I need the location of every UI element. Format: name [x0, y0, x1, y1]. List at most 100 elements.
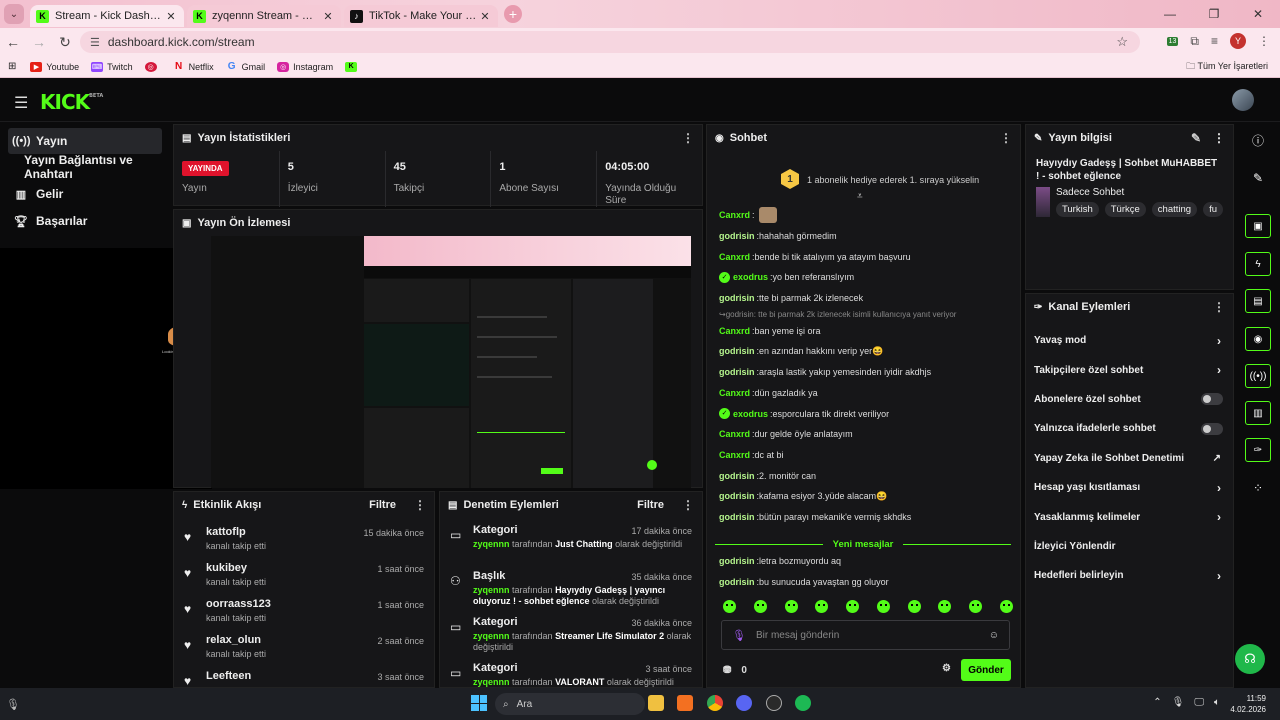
channel-action-item[interactable]: Yavaş mod › — [1026, 326, 1233, 355]
chat-input[interactable]: 🎙︎ Bir mesaj gönderin ☺ — [721, 620, 1010, 650]
bookmark-netflix[interactable]: N Netflix — [172, 61, 214, 72]
emote-icon[interactable] — [969, 600, 983, 613]
restore-icon[interactable]: ❐ — [1192, 0, 1236, 28]
channel-action-item[interactable]: Hesap yaşı kısıtlaması › — [1026, 473, 1233, 502]
emote-icon[interactable] — [753, 600, 767, 613]
emoji-picker-icon[interactable]: ☺ — [989, 630, 999, 641]
channel-action-item[interactable]: İzleyici Yönlendir — [1026, 532, 1233, 561]
toggle-switch[interactable] — [1201, 393, 1223, 406]
channel-action-item[interactable]: Abonelere özel sohbet — [1026, 385, 1233, 414]
pencil-icon[interactable]: ✎ — [1245, 166, 1271, 190]
event-user[interactable]: Leefteen — [206, 670, 251, 682]
chat-username[interactable]: Canxrd — [719, 326, 750, 336]
file-explorer-icon[interactable] — [648, 695, 664, 711]
menu-icon[interactable]: ⋮ — [1258, 34, 1270, 48]
more-options-icon[interactable]: ⋮ — [1213, 300, 1225, 314]
bookmark-instagram[interactable]: ◎ Instagram — [277, 61, 333, 72]
add-widget-icon[interactable]: ⁘ — [1245, 476, 1271, 500]
channel-points-icon[interactable]: ⛃ — [723, 665, 731, 676]
media-icon[interactable]: ≡ — [1211, 34, 1218, 48]
spotify-icon[interactable] — [795, 695, 811, 711]
close-window-icon[interactable]: ✕ — [1236, 0, 1280, 28]
event-user[interactable]: kattoflp — [206, 526, 266, 538]
new-tab-button[interactable]: + — [504, 5, 522, 23]
stats-toggle-button[interactable]: ▥ — [1245, 401, 1271, 425]
emote-icon[interactable] — [938, 600, 952, 613]
kick-logo[interactable]: KICKBETA — [40, 90, 103, 114]
document-toggle-button[interactable]: ▤ — [1245, 289, 1271, 313]
channel-action-item[interactable]: Hedefleri belirleyin › — [1026, 561, 1233, 590]
microphone-icon[interactable]: 🎙︎ — [732, 629, 746, 642]
app-icon[interactable] — [677, 695, 693, 711]
tag-chip[interactable]: Türkçe — [1104, 202, 1146, 217]
stream-preview-video[interactable] — [211, 236, 691, 488]
emote-icon[interactable] — [784, 600, 798, 613]
bookmark-youtube[interactable]: ▶ Youtube — [30, 61, 79, 72]
tag-chip[interactable]: Turkish — [1055, 202, 1099, 217]
chat-username[interactable]: exodrus — [733, 272, 768, 282]
browser-tab-active[interactable]: K Stream - Kick Dashboard ✕ — [30, 5, 184, 27]
taskbar-search[interactable]: ⌕ Ara — [495, 693, 645, 715]
broadcast-toggle-button[interactable]: ((•)) — [1245, 364, 1271, 388]
bookmark-gmail[interactable]: G Gmail — [225, 61, 265, 72]
microphone-icon[interactable]: 🎙︎ — [1172, 697, 1185, 708]
chat-username[interactable]: godrisin — [719, 577, 755, 587]
volume-icon[interactable]: 🔈︎ — [1214, 697, 1220, 708]
bolt-toggle-button[interactable]: ϟ — [1245, 252, 1271, 276]
category-name[interactable]: Sadece Sohbet — [1056, 187, 1223, 198]
browser-tab[interactable]: K zyqennn Stream - Watch Live o ✕ — [187, 5, 341, 27]
close-tab-icon[interactable]: ✕ — [164, 10, 178, 23]
apps-grid-icon[interactable]: ⊞ — [8, 61, 16, 72]
close-tab-icon[interactable]: ✕ — [478, 10, 492, 23]
forward-icon[interactable]: → — [26, 34, 52, 50]
browser-tab[interactable]: ♪ TikTok - Make Your Day ✕ — [344, 5, 498, 27]
tag-chip[interactable]: chatting — [1151, 202, 1198, 217]
send-button[interactable]: Gönder — [961, 659, 1011, 681]
edit-icon[interactable]: ✎ — [1191, 131, 1201, 145]
more-options-icon[interactable]: ⋮ — [1000, 131, 1012, 145]
tab-search-icon[interactable]: ⌄ — [4, 4, 24, 24]
address-bar[interactable]: ☰ dashboard.kick.com/stream ☆ — [80, 31, 1140, 53]
action-user[interactable]: zyqennn — [473, 539, 510, 549]
bookmark-kick[interactable]: K — [345, 61, 361, 72]
action-user[interactable]: zyqennn — [473, 677, 510, 687]
reload-icon[interactable]: ↻ — [52, 34, 78, 51]
discord-icon[interactable] — [736, 695, 752, 711]
profile-avatar[interactable]: Y — [1230, 33, 1246, 49]
filter-button[interactable]: Filtre — [369, 499, 396, 511]
emote-icon[interactable] — [876, 600, 890, 613]
more-options-icon[interactable]: ⋮ — [1213, 131, 1225, 145]
chat-username[interactable]: Canxrd — [719, 450, 750, 460]
chat-username[interactable]: exodrus — [733, 409, 768, 419]
chat-username[interactable]: godrisin — [719, 346, 755, 356]
info-icon[interactable]: ⓘ — [1245, 128, 1271, 152]
bookmark-star-icon[interactable]: ☆ — [1116, 34, 1128, 50]
channel-action-item[interactable]: Yasaklanmış kelimeler › — [1026, 502, 1233, 531]
chat-username[interactable]: godrisin — [719, 512, 755, 522]
emote-icon[interactable] — [907, 600, 921, 613]
pinned-gift-banner[interactable]: 1 1 abonelik hediye ederek 1. sıraya yük… — [717, 163, 1010, 197]
emote-icon[interactable] — [999, 600, 1013, 613]
chat-username[interactable]: godrisin — [719, 293, 755, 303]
tag-chip[interactable]: fu — [1203, 202, 1223, 217]
windows-start-icon[interactable] — [471, 695, 487, 711]
sidebar-item-stream-key[interactable]: Yayın Bağlantısı ve Anahtarı — [0, 153, 168, 181]
chat-username[interactable]: Canxrd — [719, 252, 750, 262]
all-bookmarks[interactable]: 🗀 Tüm Yer İşaretleri — [1186, 59, 1268, 75]
wrench-toggle-button[interactable]: ✑ — [1245, 438, 1271, 462]
preview-toggle-button[interactable]: ▣ — [1245, 214, 1271, 238]
emote-icon[interactable] — [846, 600, 860, 613]
emote-icon[interactable] — [815, 600, 829, 613]
chat-username[interactable]: godrisin — [719, 367, 755, 377]
clock[interactable]: 11:59 4.02.2026 — [1230, 693, 1266, 715]
chat-username[interactable]: Canxrd — [719, 388, 750, 398]
chat-username[interactable]: godrisin — [719, 491, 755, 501]
action-user[interactable]: zyqennn — [473, 631, 510, 641]
collapse-pinned-icon[interactable]: ⩡ — [857, 191, 863, 202]
event-user[interactable]: kukibey — [206, 562, 266, 574]
toggle-switch[interactable] — [1201, 422, 1223, 435]
chat-username[interactable]: godrisin — [719, 556, 755, 566]
user-avatar[interactable] — [1232, 89, 1254, 111]
microphone-icon[interactable]: 🎙︎ — [6, 698, 20, 711]
chat-username[interactable]: Canxrd — [719, 210, 750, 220]
